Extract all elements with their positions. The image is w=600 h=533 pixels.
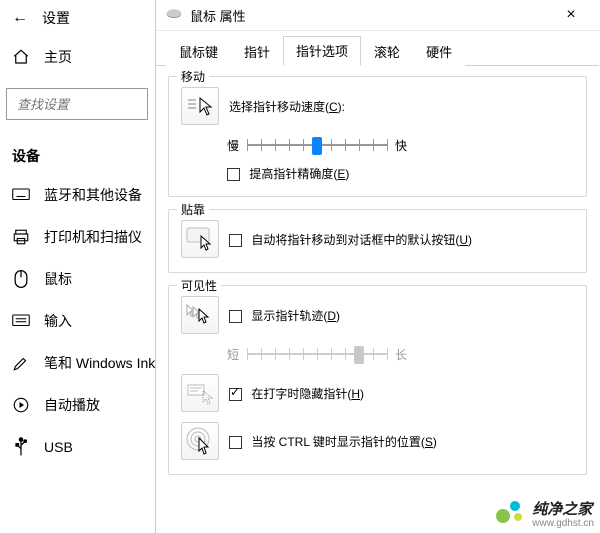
pointer-speed-label: 选择指针移动速度(C): [229,98,345,115]
sidebar-item-bluetooth[interactable]: 蓝牙和其他设备 [0,174,154,216]
slow-label: 慢 [227,137,239,154]
sidebar-item-pen[interactable]: 笔和 Windows Ink [0,342,154,384]
usb-icon [12,437,30,457]
dialog-body: 移动 选择指针移动速度(C): 慢 快 [156,66,599,533]
settings-sidebar: ← 设置 主页 设备 蓝牙和其他设备 打印机和扫描仪 鼠标 输入 [0,0,155,533]
home-icon [12,48,30,66]
keyboard-icon [12,188,30,202]
group-motion: 移动 选择指针移动速度(C): 慢 快 [168,76,587,197]
mouse-app-icon [166,8,182,23]
watermark-url: www.gdhst.cn [532,519,594,529]
trail-short-label: 短 [227,346,239,363]
search-box[interactable] [6,88,148,120]
sidebar-item-home[interactable]: 主页 [0,36,154,78]
trail-preview-icon [181,296,219,334]
sidebar-item-label: 打印机和扫描仪 [44,227,142,247]
pointer-trail-slider [247,344,387,364]
snap-to-default-option[interactable]: 自动将指针移动到对话框中的默认按钮(U) [229,231,472,248]
group-snap: 贴靠 自动将指针移动到对话框中的默认按钮(U) [168,209,587,273]
sidebar-item-typing[interactable]: 输入 [0,300,154,342]
hide-pointer-typing-option[interactable]: 在打字时隐藏指针(H) [229,385,364,402]
sidebar-item-label: 主页 [44,47,72,67]
sidebar-item-mouse[interactable]: 鼠标 [0,258,154,300]
dialog-title: 鼠标 属性 [190,6,551,25]
ctrl-locate-checkbox[interactable] [229,436,242,449]
settings-title: 设置 [42,8,70,28]
hide-typing-preview-icon [181,374,219,412]
sidebar-item-label: 笔和 Windows Ink [44,353,155,373]
back-icon[interactable]: ← [12,9,28,27]
ctrl-locate-preview-icon [181,422,219,460]
sidebar-item-printers[interactable]: 打印机和扫描仪 [0,216,154,258]
group-title-motion: 移动 [177,68,209,85]
pointer-speed-slider[interactable] [247,135,387,155]
sidebar-item-label: 输入 [44,311,72,331]
motion-preview-icon [181,87,219,125]
dialog-titlebar: 鼠标 属性 × [156,0,599,31]
typing-icon [12,314,30,328]
group-title-visibility: 可见性 [177,277,221,294]
tab-hardware[interactable]: 硬件 [413,37,465,66]
tab-buttons[interactable]: 鼠标键 [166,37,231,66]
section-heading-devices: 设备 [12,146,154,166]
watermark-logo-icon [496,501,526,527]
pointer-trail-checkbox[interactable] [229,310,242,323]
group-visibility: 可见性 显示指针轨迹(D) 短 长 [168,285,587,475]
autoplay-icon [12,396,30,414]
trail-long-label: 长 [395,346,407,363]
watermark: 纯净之家 www.gdhst.cn [496,498,594,529]
tab-pointers[interactable]: 指针 [231,37,283,66]
close-button[interactable]: × [551,6,591,24]
sidebar-item-label: USB [44,439,73,455]
sidebar-item-autoplay[interactable]: 自动播放 [0,384,154,426]
sidebar-item-label: 鼠标 [44,269,72,289]
sidebar-item-label: 蓝牙和其他设备 [44,185,142,205]
tab-strip: 鼠标键 指针 指针选项 滚轮 硬件 [156,31,599,66]
snap-preview-icon [181,220,219,258]
sidebar-item-usb[interactable]: USB [0,426,154,468]
snap-to-default-checkbox[interactable] [229,234,242,247]
printer-icon [12,228,30,246]
watermark-brand: 纯净之家 [532,501,592,518]
sidebar-item-label: 自动播放 [44,395,100,415]
enhance-precision-option[interactable]: 提高指针精确度(E) [227,165,349,182]
enhance-precision-checkbox[interactable] [227,168,240,181]
fast-label: 快 [395,137,407,154]
mouse-icon [12,269,30,289]
hide-pointer-typing-checkbox[interactable] [229,388,242,401]
pen-icon [12,354,30,372]
pointer-trail-option[interactable]: 显示指针轨迹(D) [229,307,340,324]
tab-wheel[interactable]: 滚轮 [361,37,413,66]
mouse-properties-dialog: 鼠标 属性 × 鼠标键 指针 指针选项 滚轮 硬件 移动 选择指针移动速度(C)… [155,0,599,533]
group-title-snap: 贴靠 [177,201,209,218]
tab-pointer-options[interactable]: 指针选项 [283,36,361,66]
ctrl-locate-option[interactable]: 当按 CTRL 键时显示指针的位置(S) [229,433,437,450]
